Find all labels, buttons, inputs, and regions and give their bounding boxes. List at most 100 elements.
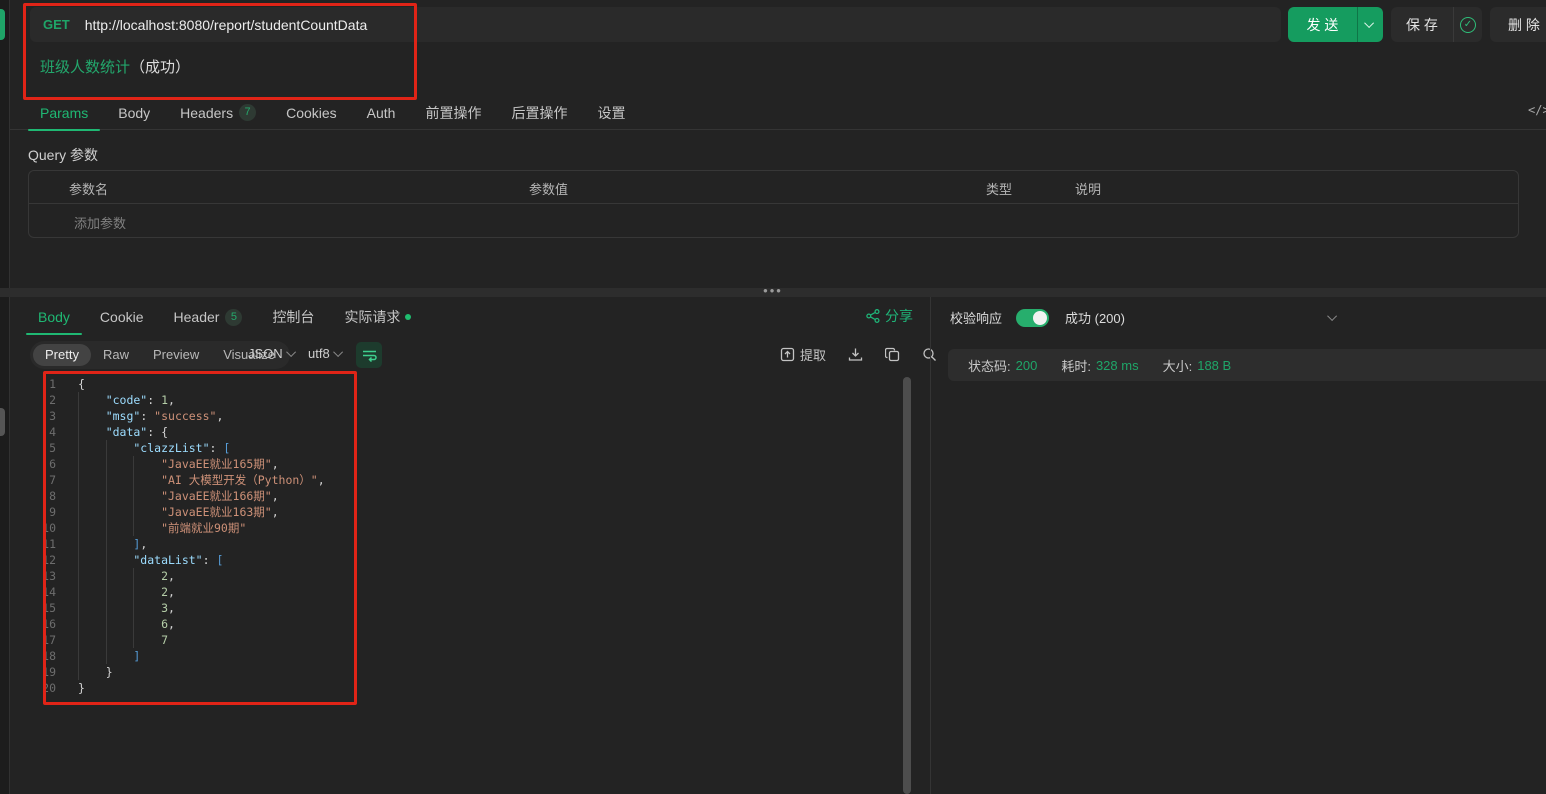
indent-guide: [133, 456, 161, 472]
line-content: "AI 大模型开发（Python）",: [78, 472, 325, 488]
indent-guide: [78, 440, 106, 456]
tab-request-headers[interactable]: Headers7: [180, 96, 256, 130]
code-view-icon[interactable]: </>: [1528, 103, 1546, 117]
word-wrap-toggle-button[interactable]: [356, 342, 382, 368]
tab-request-后置操作[interactable]: 后置操作: [511, 96, 567, 130]
tab-count-badge: 5: [225, 309, 242, 326]
response-panel-divider: [930, 297, 931, 794]
delete-button[interactable]: 删 除: [1490, 7, 1546, 42]
download-button[interactable]: [848, 347, 863, 362]
indent-guide: [78, 408, 106, 424]
indent-guide: [133, 472, 161, 488]
line-content: "前端就业90期": [78, 520, 246, 536]
tab-response-控制台[interactable]: 控制台: [272, 300, 314, 334]
request-url-input[interactable]: http://localhost:8080/report/studentCoun…: [85, 17, 368, 33]
tab-label: 后置操作: [511, 103, 567, 123]
indent-guide: [106, 504, 134, 520]
tab-request-params[interactable]: Params: [40, 96, 88, 130]
indent-guide: [78, 520, 106, 536]
request-title-text: 班级人数统计: [40, 59, 130, 76]
indent-guide: [106, 440, 134, 456]
editor-vertical-scrollbar[interactable]: [903, 377, 911, 794]
line-number: 1: [34, 376, 56, 392]
add-param-row[interactable]: 添加参数: [29, 204, 1518, 238]
encoding-dropdown[interactable]: utf8: [308, 346, 343, 361]
response-stat: 状态码:200: [968, 356, 1037, 375]
indent-guide: [133, 504, 161, 520]
tab-response-header[interactable]: Header 5: [174, 300, 243, 334]
line-content: 3,: [78, 600, 175, 616]
tab-response-body[interactable]: Body: [38, 300, 70, 334]
params-table-header: 参数名参数值类型说明: [29, 171, 1518, 204]
check-circle-icon: ✓: [1460, 17, 1476, 33]
response-body-editor[interactable]: 1{2"code": 1,3"msg": "success",4"data": …: [34, 376, 904, 794]
indent-guide: [106, 568, 134, 584]
indent-guide: [78, 664, 106, 680]
format-dropdown[interactable]: JSON: [248, 346, 296, 361]
line-content: }: [78, 664, 113, 680]
line-content: ],: [78, 536, 147, 552]
line-content: "msg": "success",: [78, 408, 223, 424]
tab-response-实际请求[interactable]: 实际请求: [344, 300, 411, 334]
view-mode-pretty[interactable]: Pretty: [33, 344, 91, 366]
tab-label: 前置操作: [425, 103, 481, 123]
line-number: 3: [34, 408, 56, 424]
save-button[interactable]: 保 存 ✓: [1391, 7, 1482, 42]
validation-result-text: 成功 (200): [1065, 308, 1125, 327]
line-content: ]: [78, 648, 140, 664]
send-options-caret[interactable]: [1358, 21, 1383, 28]
line-number: 6: [34, 456, 56, 472]
validate-response-row: 校验响应 成功 (200): [950, 308, 1125, 327]
response-tabs: Body Cookie Header 5 控制台实际请求: [10, 300, 930, 334]
horizontal-splitter-handle[interactable]: •••: [0, 288, 1546, 297]
code-line-14: 142,: [34, 584, 904, 600]
view-mode-preview[interactable]: Preview: [141, 344, 211, 366]
code-line-19: 19}: [34, 664, 904, 680]
tab-request-前置操作[interactable]: 前置操作: [425, 96, 481, 130]
line-number: 15: [34, 600, 56, 616]
tab-label: Header: [174, 309, 220, 325]
request-url-bar[interactable]: GET http://localhost:8080/report/student…: [30, 7, 1281, 42]
code-line-13: 132,: [34, 568, 904, 584]
line-content: "clazzList": [: [78, 440, 230, 456]
validate-response-label: 校验响应: [950, 308, 1002, 327]
line-number: 8: [34, 488, 56, 504]
tab-request-设置[interactable]: 设置: [597, 96, 625, 130]
code-line-11: 11],: [34, 536, 904, 552]
toggle-knob: [1033, 311, 1047, 325]
download-icon: [848, 347, 863, 362]
params-column-header: 说明: [1075, 179, 1101, 198]
sidebar-scroll-indicator: [0, 408, 5, 436]
extract-button[interactable]: 提取: [780, 345, 826, 364]
code-line-17: 177: [34, 632, 904, 648]
indent-guide: [78, 504, 106, 520]
share-button[interactable]: 分享: [866, 306, 913, 326]
indent-guide: [106, 488, 134, 504]
line-number: 7: [34, 472, 56, 488]
tab-request-body[interactable]: Body: [118, 96, 150, 130]
code-line-12: 12"dataList": [: [34, 552, 904, 568]
indent-guide: [78, 392, 106, 408]
view-mode-raw[interactable]: Raw: [91, 344, 141, 366]
http-method-label[interactable]: GET: [43, 17, 70, 32]
indent-guide: [133, 600, 161, 616]
tab-response-cookie[interactable]: Cookie: [100, 300, 144, 334]
line-content: 7: [78, 632, 168, 648]
indent-guide: [106, 456, 134, 472]
send-button[interactable]: 发 送: [1288, 7, 1383, 42]
copy-button[interactable]: [885, 347, 900, 362]
line-content: "data": {: [78, 424, 168, 440]
save-check-segment[interactable]: ✓: [1454, 17, 1482, 33]
add-param-label[interactable]: 添加参数: [74, 213, 126, 232]
validate-response-toggle[interactable]: [1016, 309, 1049, 327]
indent-guide: [133, 632, 161, 648]
stat-value: 328 ms: [1096, 358, 1139, 373]
tab-request-cookies[interactable]: Cookies: [286, 96, 337, 130]
tab-request-auth[interactable]: Auth: [367, 96, 396, 130]
line-content: "JavaEE就业163期",: [78, 504, 279, 520]
indent-guide: [106, 472, 134, 488]
line-number: 16: [34, 616, 56, 632]
params-column-header: 参数值: [529, 179, 568, 198]
code-line-3: 3 "msg": "success",: [34, 408, 904, 424]
chevron-down-icon[interactable]: [1327, 311, 1337, 321]
